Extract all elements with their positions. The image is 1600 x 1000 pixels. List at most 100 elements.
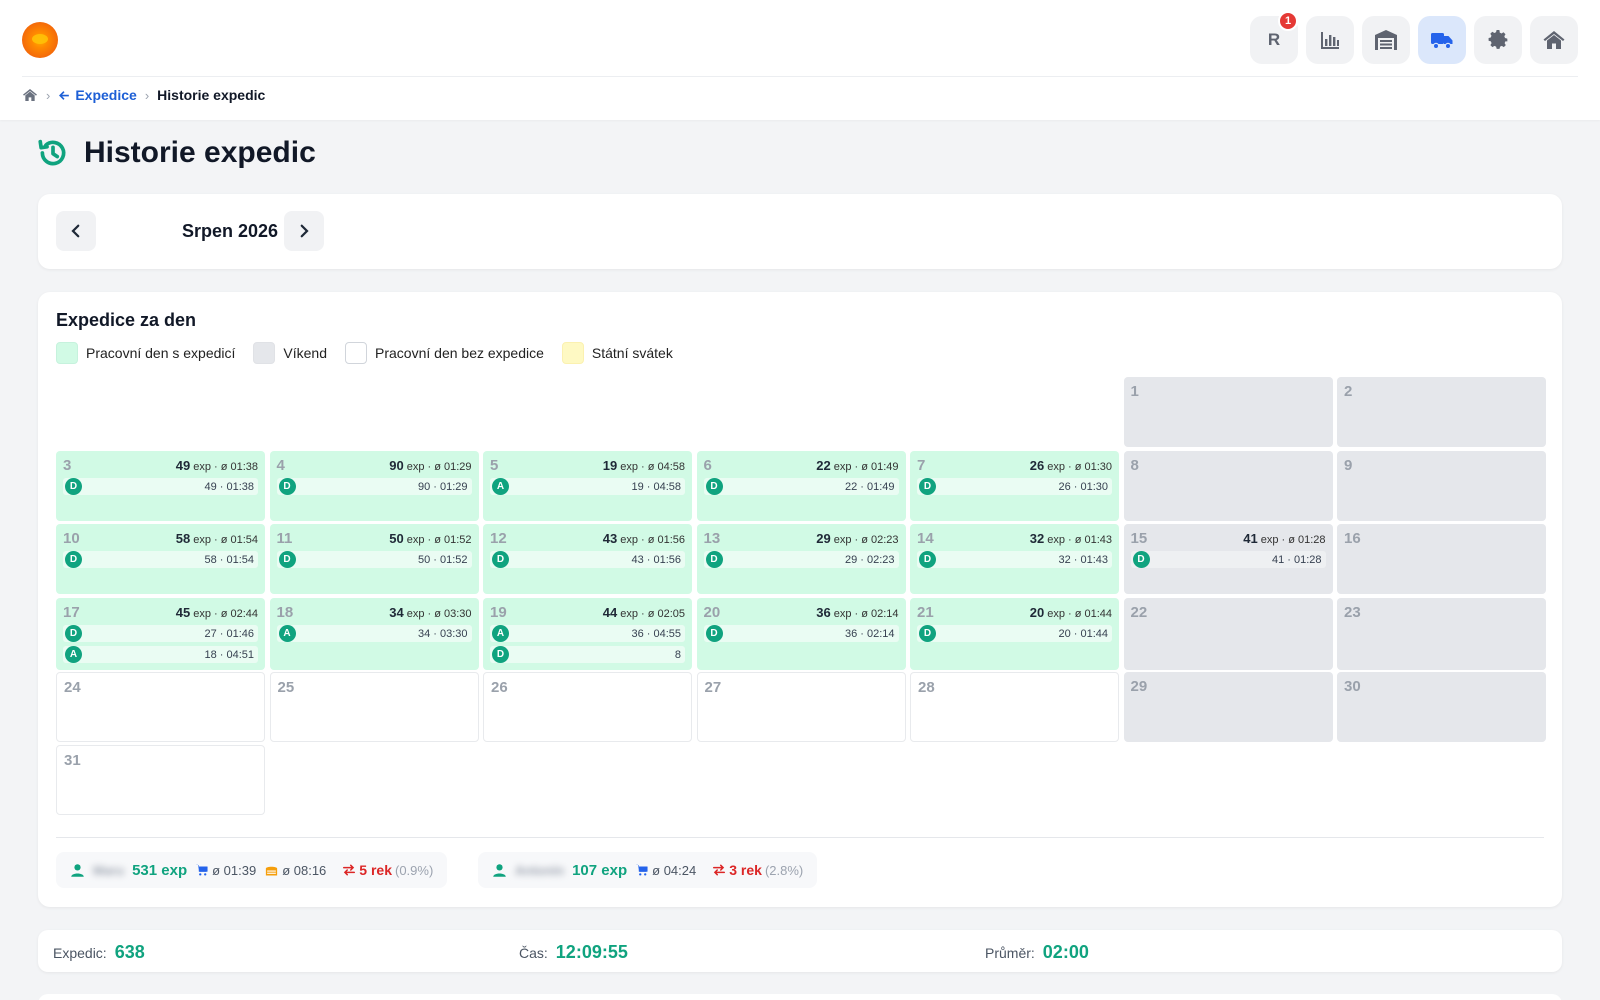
day-summary: 36 exp · ø 02:14 <box>816 605 898 620</box>
calendar-day-28[interactable]: 28 <box>910 672 1119 742</box>
reports-r-button[interactable]: R 1 <box>1250 11 1298 64</box>
day-detail-row: D 49 · 01:38 <box>63 478 258 495</box>
day-avg-time: 01:49 <box>870 461 899 473</box>
day-avg-time: 01:54 <box>230 534 258 546</box>
calendar-day-19[interactable]: 19 44 exp · ø 02:05 A 36 · 04:55 D 8 <box>483 598 692 670</box>
calendar-day-13[interactable]: 13 29 exp · ø 02:23 D 29 · 02:23 <box>696 524 906 594</box>
calendar-day-15[interactable]: 15 41 exp · ø 01:28 D 41 · 01:28 <box>1123 524 1333 594</box>
day-number: 10 <box>63 530 80 547</box>
day-number: 31 <box>64 752 81 769</box>
day-avg-time: 02:44 <box>230 608 258 620</box>
detail-value: 27 · 01:46 <box>204 627 254 640</box>
calendar-day-20[interactable]: 20 36 exp · ø 02:14 D 36 · 02:14 <box>696 598 906 670</box>
day-number: 25 <box>277 679 295 696</box>
day-header: 21 20 exp · ø 01:44 <box>917 604 1112 621</box>
legend-swatch-holiday <box>561 342 584 364</box>
day-header: 20 36 exp · ø 02:14 <box>704 604 899 621</box>
user-summary-chip[interactable]: Antonín 107 exp ø 04:24 3 rek (2.8%) <box>478 852 818 888</box>
calendar-day-16[interactable]: 16 <box>1337 524 1546 594</box>
calendar-day-29[interactable]: 29 <box>1123 672 1333 742</box>
calendar-day-1[interactable]: 1 <box>1123 377 1333 447</box>
arrow-left-icon <box>59 90 70 100</box>
day-number: 21 <box>917 604 934 621</box>
home-icon[interactable] <box>22 87 38 103</box>
calendar-day-24[interactable]: 24 <box>56 672 265 742</box>
calendar-day-22[interactable]: 22 <box>1123 598 1333 670</box>
day-number: 5 <box>490 457 499 474</box>
calendar-day-23[interactable]: 23 <box>1337 598 1546 670</box>
type-badge: D <box>705 551 723 568</box>
next-month-button[interactable] <box>284 211 324 251</box>
calendar-day-14[interactable]: 14 32 exp · ø 01:43 D 32 · 01:43 <box>910 524 1119 594</box>
calendar-day-17[interactable]: 17 45 exp · ø 02:44 D 27 · 01:46 A 18 · 04:51 <box>56 598 265 670</box>
calendar-day-12[interactable]: 12 43 exp · ø 01:56 D 43 · 01:56 <box>483 524 692 594</box>
day-number: 7 <box>917 457 926 474</box>
type-badge: D <box>705 478 723 495</box>
calendar-day-4[interactable]: 4 90 exp · ø 01:29 D 90 · 01:29 <box>269 451 479 521</box>
user-summary-chip[interactable]: Maru 531 exp ø 01:39 ø 08:16 5 rek (0.9%… <box>56 852 448 888</box>
day-header: 26 <box>491 679 684 696</box>
calendar-day-25[interactable]: 25 <box>269 672 479 742</box>
calendar-day-5[interactable]: 5 19 exp · ø 04:58 A 19 · 04:58 <box>483 451 692 521</box>
day-header: 31 <box>64 752 257 769</box>
day-exp-count: 41 <box>1243 531 1258 546</box>
calendar-day-6[interactable]: 6 22 exp · ø 01:49 D 22 · 01:49 <box>696 451 906 521</box>
breadcrumb-current: Historie expedic <box>157 87 266 103</box>
day-exp-count: 26 <box>1029 458 1045 473</box>
calendar-day-3[interactable]: 3 49 exp · ø 01:38 D 49 · 01:38 <box>56 451 265 521</box>
day-number: 17 <box>63 604 80 621</box>
calendar-day-9[interactable]: 9 <box>1337 451 1546 521</box>
calendar-day-10[interactable]: 10 58 exp · ø 01:54 D 58 · 01:54 <box>56 524 265 594</box>
day-exp-count: 45 <box>175 605 191 620</box>
calendar-divider <box>56 837 1544 838</box>
day-header: 17 45 exp · ø 02:44 <box>63 604 258 621</box>
previous-month-button[interactable] <box>56 211 96 251</box>
day-detail-row: A 36 · 04:55 <box>490 625 685 642</box>
day-summary-separator: exp · ø <box>1047 461 1082 473</box>
app-logo[interactable] <box>22 22 58 58</box>
day-summary-separator: exp · ø <box>833 608 868 620</box>
home-button[interactable] <box>1530 16 1578 64</box>
top-bar: R 1 › Expedice › Historie expedic <box>0 0 1600 120</box>
day-number: 29 <box>1130 678 1148 695</box>
breadcrumb-link-expedice[interactable]: Expedice <box>58 87 137 103</box>
stats-button[interactable] <box>1306 16 1354 64</box>
day-number: 13 <box>703 530 721 547</box>
settings-button[interactable] <box>1474 16 1522 64</box>
calendar-day-26[interactable]: 26 <box>483 672 692 742</box>
expedice-button[interactable] <box>1418 16 1466 64</box>
calendar-day-18[interactable]: 18 34 exp · ø 03:30 A 34 · 03:30 <box>269 598 479 670</box>
day-detail-row: D 22 · 01:49 <box>703 478 899 495</box>
notification-badge: 1 <box>1278 11 1298 31</box>
stat-expedic-value: 638 <box>114 942 145 962</box>
day-number: 11 <box>276 530 293 547</box>
day-header: 8 <box>1131 457 1326 474</box>
user-icon <box>71 863 84 877</box>
calendar-day-2[interactable]: 2 <box>1337 377 1546 447</box>
day-number: 16 <box>1344 530 1361 547</box>
day-detail-row: D 29 · 02:23 <box>703 551 899 568</box>
day-number: 28 <box>918 679 935 696</box>
calendar-day-30[interactable]: 30 <box>1337 672 1546 742</box>
calendar-day-27[interactable]: 27 <box>696 672 906 742</box>
day-header: 19 44 exp · ø 02:05 <box>490 604 685 621</box>
calendar-day-21[interactable]: 21 20 exp · ø 01:44 D 20 · 01:44 <box>910 598 1119 670</box>
stat-cas-value: 12:09:55 <box>555 942 628 962</box>
day-summary: 26 exp · ø 01:30 <box>1030 458 1112 473</box>
day-avg-time: 01:28 <box>1297 534 1326 546</box>
calendar-day-31[interactable]: 31 <box>56 745 265 815</box>
type-badge: D <box>919 478 936 495</box>
calendar-day-7[interactable]: 7 26 exp · ø 01:30 D 26 · 01:30 <box>910 451 1119 521</box>
day-detail-row: D 27 · 01:46 <box>63 625 258 642</box>
day-number: 14 <box>917 530 934 547</box>
calendar-day-11[interactable]: 11 50 exp · ø 01:52 D 50 · 01:52 <box>269 524 479 594</box>
calendar-day-8[interactable]: 8 <box>1123 451 1333 521</box>
user-cart-avg: ø 04:24 <box>635 863 696 878</box>
chevron-right-icon: › <box>46 87 51 103</box>
day-summary-separator: exp · ø <box>1260 534 1295 546</box>
legend-label-holiday: Státní svátek <box>591 345 673 361</box>
day-detail-row: D 32 · 01:43 <box>917 551 1112 568</box>
cart-icon <box>635 864 648 876</box>
calendar-legend: Pracovní den s expedicí Víkend Pracovní … <box>56 342 673 364</box>
warehouse-button[interactable] <box>1362 16 1410 64</box>
